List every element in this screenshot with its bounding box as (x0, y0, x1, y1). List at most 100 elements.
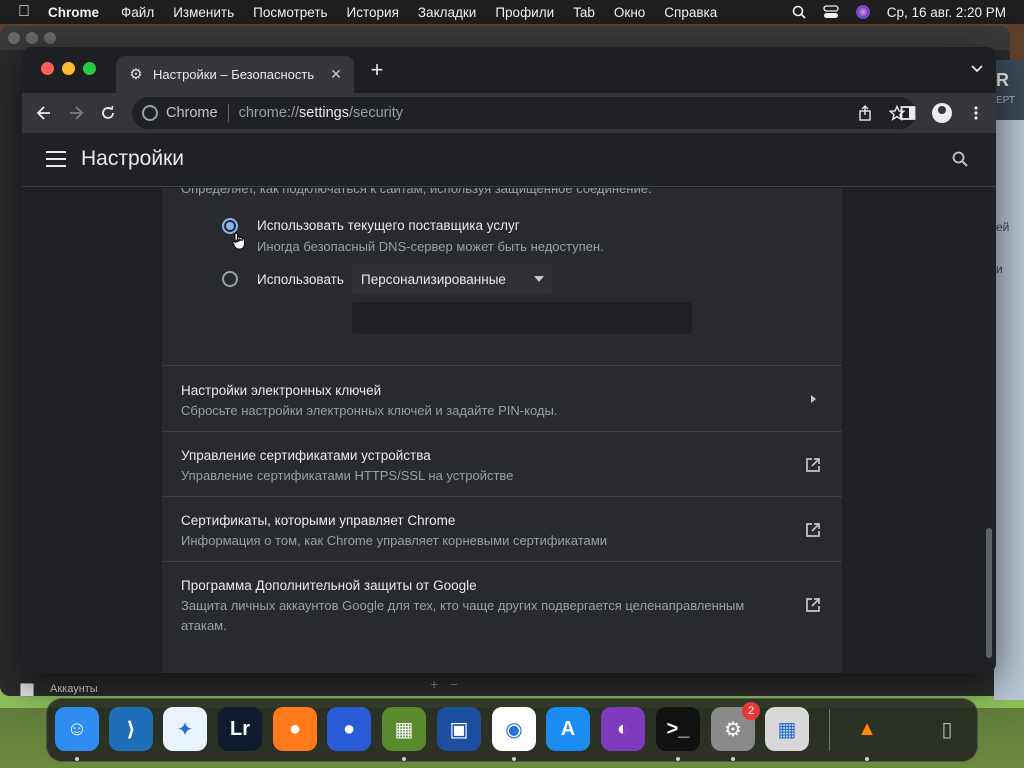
kebab-menu-icon[interactable] (966, 101, 986, 125)
row-title: Настройки электронных ключей (181, 383, 382, 398)
tab-close-icon[interactable]: ✕ (328, 66, 344, 83)
menu-item-tab[interactable]: Tab (573, 5, 595, 20)
option-current-provider-sub: Иногда безопасный DNS-сервер может быть … (257, 239, 604, 254)
dock-separator (829, 709, 830, 751)
url-host: settings (299, 105, 349, 121)
share-icon[interactable] (856, 103, 874, 123)
dropdown-caret-icon (534, 276, 544, 282)
dock-github-icon[interactable]: ◐ (601, 707, 645, 751)
menu-item-file[interactable]: Файл (121, 5, 154, 20)
reload-icon[interactable] (96, 101, 120, 125)
option-current-provider-label[interactable]: Использовать текущего поставщика услуг (257, 218, 520, 233)
dock-screens-icon[interactable]: ▣ (437, 707, 481, 751)
dock-running-indicator (512, 757, 516, 761)
dock-running-indicator (402, 757, 406, 761)
row-title: Управление сертификатами устройства (181, 448, 431, 463)
apple-icon[interactable]:  (0, 3, 48, 21)
dock-vscode-icon[interactable]: ⟩ (109, 707, 153, 751)
control-center-icon[interactable] (823, 4, 839, 20)
list-item-security-keys[interactable]: Настройки электронных ключей Сбросьте на… (162, 365, 842, 431)
security-settings-card: Определяет, как подключаться к сайтам, и… (162, 188, 842, 673)
tab-strip: ⚙ Настройки – Безопасность ✕ + (22, 47, 996, 93)
spotlight-search-icon[interactable] (791, 4, 807, 20)
menu-app-name[interactable]: Chrome (48, 5, 99, 20)
peek-text-2: ЕРТ (996, 95, 1015, 106)
row-subtitle: Управление сертификатами HTTPS/SSL на ус… (181, 468, 514, 483)
siri-icon[interactable] (855, 4, 871, 20)
hamburger-menu-icon[interactable] (46, 151, 66, 167)
tab-settings-security[interactable]: ⚙ Настройки – Безопасность ✕ (116, 56, 354, 93)
gear-icon: ⚙ (129, 65, 143, 83)
background-window-label: Аккаунты (50, 683, 98, 695)
forward-arrow-icon[interactable] (64, 101, 88, 125)
background-app-peek[interactable]: R ЕРТ ей и (994, 60, 1024, 700)
option-custom-provider-label[interactable]: Использовать (257, 272, 344, 287)
peek-text-4: и (996, 262, 1003, 276)
peek-text-1: R (996, 70, 1009, 90)
dock-chrome-icon[interactable]: ◉ (492, 707, 536, 751)
mouse-cursor-icon (232, 232, 246, 250)
settings-search-icon[interactable] (952, 151, 970, 169)
dock-terminal-icon[interactable]: >_ (656, 707, 700, 751)
dock-firefox-icon[interactable]: ● (273, 707, 317, 751)
background-checkbox[interactable] (20, 683, 34, 697)
chrome-window: ⚙ Настройки – Безопасность ✕ + Chrome ch… (22, 47, 996, 673)
tab-search-chevron-icon[interactable] (970, 63, 984, 77)
dock-running-indicator (865, 757, 869, 761)
custom-dns-input[interactable] (352, 302, 692, 334)
omnibox-divider (227, 104, 229, 122)
dns-provider-select[interactable]: Персонализированные (352, 264, 552, 294)
menu-item-window[interactable]: Окно (614, 5, 645, 20)
menu-item-history[interactable]: История (347, 5, 399, 20)
back-arrow-icon[interactable] (32, 101, 56, 125)
close-window-button[interactable] (41, 62, 54, 75)
menu-item-help[interactable]: Справка (664, 5, 717, 20)
dock-app-store-icon[interactable]: A (546, 707, 590, 751)
page-scrollbar[interactable] (986, 528, 992, 658)
dock-trash-icon[interactable]: ▯ (925, 707, 969, 751)
row-title: Сертификаты, которыми управляет Chrome (181, 513, 456, 528)
dock-lightroom-icon[interactable]: Lr (218, 707, 262, 751)
macos-dock: ☺ ⟩ ✦ Lr ● ● ▦ ▣ ◉ A ◐ >_ ⚙ ▦ ▲ ▯ (46, 698, 978, 762)
settings-header: Настройки (22, 133, 996, 187)
dock-minecraft-icon[interactable]: ▦ (382, 707, 426, 751)
external-link-icon[interactable] (804, 521, 822, 539)
menu-item-view[interactable]: Посмотреть (253, 5, 327, 20)
new-tab-button[interactable]: + (366, 59, 388, 81)
row-subtitle: Информация о том, как Chrome управляет к… (181, 533, 607, 548)
dns-provider-selected: Персонализированные (361, 271, 506, 287)
list-item-chrome-certificates[interactable]: Сертификаты, которыми управляет Chrome И… (162, 496, 842, 561)
dock-safari-icon[interactable]: ✦ (163, 707, 207, 751)
minimize-window-button[interactable] (62, 62, 75, 75)
menu-item-bookmarks[interactable]: Закладки (418, 5, 476, 20)
row-title: Программа Дополнительной защиты от Googl… (181, 578, 477, 593)
menu-bar-clock[interactable]: Ср, 16 авг. 2:20 PM (887, 5, 1006, 20)
dock-running-indicator (75, 757, 79, 761)
dock-vlc-icon[interactable]: ▲ (845, 707, 889, 751)
dock-finder-icon[interactable]: ☺ (55, 707, 99, 751)
zoom-window-button[interactable] (83, 62, 96, 75)
chevron-right-icon[interactable] (804, 390, 822, 408)
page-title: Настройки (81, 147, 184, 170)
dock-running-indicator (731, 757, 735, 761)
address-bar[interactable]: Chrome chrome://settings/security (132, 97, 916, 129)
list-item-advanced-protection[interactable]: Программа Дополнительной защиты от Googl… (162, 561, 842, 641)
radio-custom-provider[interactable] (222, 271, 238, 287)
background-window-controls (8, 32, 56, 44)
row-subtitle: Защита личных аккаунтов Google для тех, … (181, 598, 745, 633)
background-plus-minus[interactable]: + − (430, 676, 458, 692)
macos-menu-bar:  Chrome Файл Изменить Посмотреть Истори… (0, 0, 1024, 24)
list-item-device-certificates[interactable]: Управление сертификатами устройства Упра… (162, 431, 842, 496)
dock-firefox-developer-icon[interactable]: ● (327, 707, 371, 751)
menu-item-edit[interactable]: Изменить (173, 5, 234, 20)
url-scheme: chrome:// (238, 105, 300, 121)
chrome-site-icon[interactable] (142, 105, 158, 121)
external-link-icon[interactable] (804, 456, 822, 474)
side-panel-icon[interactable] (898, 101, 918, 125)
dock-launchpad-icon[interactable]: ▦ (765, 707, 809, 751)
browser-toolbar: Chrome chrome://settings/security (22, 93, 996, 133)
menu-item-profiles[interactable]: Профили (495, 5, 554, 20)
profile-avatar-icon[interactable] (932, 101, 952, 125)
system-settings-badge: 2 (742, 702, 760, 720)
external-link-icon[interactable] (804, 596, 822, 614)
